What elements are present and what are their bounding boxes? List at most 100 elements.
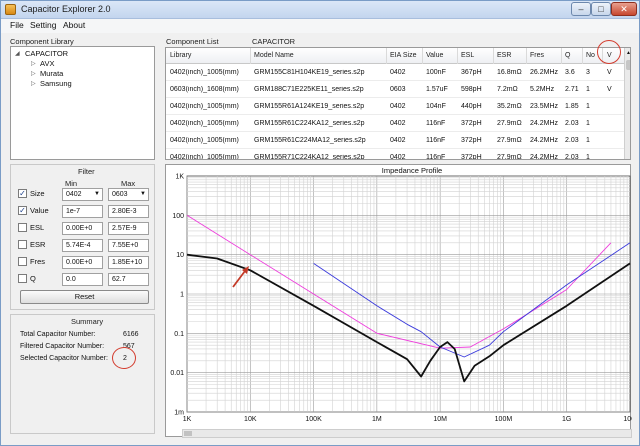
- chart-grid: [186, 175, 631, 413]
- tree-node-murata[interactable]: Murata: [40, 69, 63, 78]
- esl-min-input[interactable]: 0.00E+0: [62, 222, 103, 235]
- y-tick-label: 1K: [175, 174, 184, 181]
- minimize-button[interactable]: –: [571, 2, 591, 16]
- select-value: 0402: [66, 191, 82, 198]
- table-row[interactable]: 0402(inch)_1005(mm) GRM155R61C224KA12_ser…: [166, 115, 624, 132]
- esr-min-input[interactable]: 5.74E-4: [62, 239, 103, 252]
- maximize-button[interactable]: □: [591, 2, 611, 16]
- column-divider[interactable]: [493, 48, 494, 64]
- cell-no: 1: [586, 137, 590, 144]
- expand-triangle-icon[interactable]: ▷: [31, 60, 36, 67]
- reset-button[interactable]: Reset: [20, 290, 149, 304]
- cell-q: 2.03: [565, 154, 579, 160]
- cell-fres: 26.2MHz: [530, 69, 559, 76]
- cell-v: V: [607, 86, 612, 93]
- filter-row-esl: ESL 0.00E+0 2.57E-9: [18, 222, 152, 235]
- table-row[interactable]: 0402(inch)_1005(mm) GRM155R61C224MA12_ser…: [166, 132, 624, 149]
- menu-file[interactable]: File: [10, 20, 24, 30]
- cell-library: 0402(inch)_1005(mm): [170, 103, 239, 110]
- scroll-up-icon[interactable]: ▲: [626, 50, 630, 56]
- q-min-input[interactable]: 0.0: [62, 273, 103, 286]
- filter-label: ESL: [30, 223, 45, 232]
- cell-no: 1: [586, 154, 590, 160]
- cell-esr: 35.2mΩ: [497, 103, 522, 110]
- cell-esr: 27.9mΩ: [497, 154, 522, 160]
- col-header-model[interactable]: Model Name: [254, 52, 294, 59]
- highlight-circle: [597, 40, 621, 64]
- x-tick-label: 1K: [183, 416, 192, 423]
- cell-fres: 24.2MHz: [530, 154, 559, 160]
- cell-model: GRM155R61C224KA12_series.s2p: [254, 120, 365, 127]
- cell-model: GRM155R61C224MA12_series.s2p: [254, 137, 366, 144]
- component-library-tree[interactable]: ◢ CAPACITOR ▷ AVX ▷ Murata ▷ Samsung: [10, 46, 155, 160]
- tree-node-samsung[interactable]: Samsung: [40, 79, 72, 88]
- tree-node-capacitor[interactable]: CAPACITOR: [25, 49, 68, 58]
- filter-label: ESR: [30, 240, 46, 249]
- cell-value: 116nF: [426, 137, 446, 144]
- component-library-label: Component Library: [10, 37, 74, 46]
- column-divider[interactable]: [386, 48, 387, 64]
- expand-triangle-icon[interactable]: ▷: [31, 80, 36, 87]
- fres-min-input[interactable]: 0.00E+0: [62, 256, 103, 269]
- column-divider[interactable]: [250, 48, 251, 64]
- table-row[interactable]: 0603(inch)_1608(mm) GRM188C71E225KE11_ser…: [166, 81, 624, 98]
- column-divider[interactable]: [582, 48, 583, 64]
- fres-max-input[interactable]: 1.85E+10: [108, 256, 149, 269]
- table-vertical-scrollbar[interactable]: ▲: [624, 48, 630, 159]
- column-divider[interactable]: [526, 48, 527, 64]
- col-header-library[interactable]: Library: [170, 52, 191, 59]
- value-min-input[interactable]: 1e-7: [62, 205, 103, 218]
- q-checkbox[interactable]: [18, 274, 27, 283]
- table-row[interactable]: 0402(inch)_1005(mm) GRM155R61A124KE19_ser…: [166, 98, 624, 115]
- cell-esr: 16.8mΩ: [497, 69, 522, 76]
- col-header-esl[interactable]: ESL: [461, 52, 474, 59]
- filter-max-header: Max: [121, 179, 136, 188]
- total-count-value: 6166: [123, 331, 139, 338]
- cell-q: 3.6: [565, 69, 575, 76]
- chart-horizontal-scrollbar[interactable]: [182, 429, 632, 438]
- col-header-fres[interactable]: Fres: [530, 52, 544, 59]
- table-row[interactable]: 0402(inch)_1005(mm) GRM155R71C224KA12_ser…: [166, 149, 624, 160]
- col-header-value[interactable]: Value: [426, 52, 443, 59]
- col-header-no[interactable]: No: [586, 52, 595, 59]
- component-list-category: CAPACITOR: [252, 37, 296, 46]
- cell-esr: 7.2mΩ: [497, 86, 518, 93]
- column-divider[interactable]: [561, 48, 562, 64]
- q-max-input[interactable]: 62.7: [108, 273, 149, 286]
- filter-row-size: ✓ Size 0402 ▼ 0603 ▼: [18, 188, 152, 201]
- fres-checkbox[interactable]: [18, 257, 27, 266]
- menu-about[interactable]: About: [63, 20, 85, 30]
- size-min-select[interactable]: 0402 ▼: [62, 188, 103, 201]
- size-checkbox[interactable]: ✓: [18, 189, 27, 198]
- x-tick-label: 1M: [372, 416, 382, 423]
- cell-esl: 372pH: [461, 137, 482, 144]
- size-max-select[interactable]: 0603 ▼: [108, 188, 149, 201]
- cell-q: 2.71: [565, 86, 579, 93]
- esr-max-input[interactable]: 7.55E+0: [108, 239, 149, 252]
- component-list-label: Component List: [166, 37, 219, 46]
- title-bar[interactable]: Capacitor Explorer 2.0 – □ ✕: [1, 1, 639, 19]
- impedance-chart[interactable]: Impedance Profile 1K 10K 100K 1M 10M 100M 1G 10…: [166, 165, 636, 438]
- close-button[interactable]: ✕: [611, 2, 637, 16]
- menu-setting[interactable]: Setting: [30, 20, 56, 30]
- esl-max-input[interactable]: 2.57E-9: [108, 222, 149, 235]
- value-max-input[interactable]: 2.80E-3: [108, 205, 149, 218]
- scrollbar-thumb[interactable]: [626, 60, 630, 70]
- cell-library: 0603(inch)_1608(mm): [170, 86, 239, 93]
- tree-node-avx[interactable]: AVX: [40, 59, 54, 68]
- esr-checkbox[interactable]: [18, 240, 27, 249]
- esl-checkbox[interactable]: [18, 223, 27, 232]
- column-divider[interactable]: [422, 48, 423, 64]
- col-header-q[interactable]: Q: [565, 52, 570, 59]
- col-header-esr[interactable]: ESR: [497, 52, 511, 59]
- y-tick-label: 10: [176, 252, 184, 259]
- value-checkbox[interactable]: ✓: [18, 206, 27, 215]
- table-row[interactable]: 0402(inch)_1005(mm) GRM155C81H104KE19_ser…: [166, 64, 624, 81]
- column-divider[interactable]: [457, 48, 458, 64]
- col-header-eia[interactable]: EIA Size: [390, 52, 416, 59]
- y-tick-label: 100: [172, 213, 184, 220]
- cell-esl: 372pH: [461, 154, 482, 160]
- expand-triangle-icon[interactable]: ▷: [31, 70, 36, 77]
- collapse-triangle-icon[interactable]: ◢: [15, 50, 20, 57]
- scrollbar-thumb[interactable]: [184, 431, 192, 436]
